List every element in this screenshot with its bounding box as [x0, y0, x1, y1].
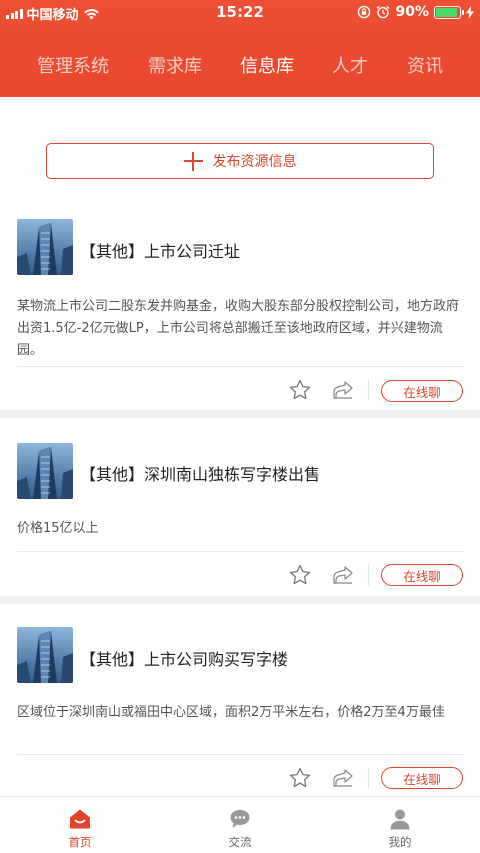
share-icon[interactable]	[332, 767, 354, 789]
favorite-star-icon[interactable]	[288, 766, 312, 790]
nav-mine[interactable]: 我的	[360, 797, 440, 853]
favorite-star-icon[interactable]	[288, 563, 312, 587]
bottom-nav: 首页 交流 我的	[0, 796, 480, 853]
share-icon[interactable]	[332, 564, 354, 586]
tab-demand-library[interactable]: 需求库	[148, 52, 202, 78]
nav-mine-label: 我的	[388, 835, 412, 849]
tab-talent[interactable]: 人才	[332, 52, 368, 78]
building-thumbnail	[17, 627, 73, 683]
publish-resource-button[interactable]: 发布资源信息	[46, 143, 434, 179]
card-description: 区域位于深圳南山或福田中心区域，面积2万平米左右，价格2万至4万最佳	[17, 705, 445, 720]
nav-home[interactable]: 首页	[40, 797, 120, 853]
nav-exchange-label: 交流	[228, 835, 252, 849]
user-icon	[390, 809, 410, 830]
action-separator	[368, 564, 369, 586]
action-separator	[368, 379, 369, 401]
battery-percent: 90%	[395, 4, 429, 20]
card-divider	[17, 754, 465, 755]
info-card[interactable]: 【其他】深圳南山独栋写字楼出售 价格15亿以上 在线聊	[0, 418, 480, 596]
chat-bubble-icon	[230, 810, 250, 828]
plus-icon	[183, 151, 203, 171]
card-gap	[0, 596, 480, 604]
card-gap	[0, 410, 480, 418]
share-icon[interactable]	[332, 379, 354, 401]
tab-info-library[interactable]: 信息库	[240, 52, 294, 78]
online-chat-button[interactable]: 在线聊	[381, 767, 463, 789]
tab-news[interactable]: 资讯	[407, 52, 443, 78]
tab-management-system[interactable]: 管理系统	[37, 52, 109, 78]
home-icon	[70, 809, 90, 829]
rotation-lock-icon	[358, 5, 371, 19]
info-card[interactable]: 【其他】上市公司迁址 某物流上市公司二股东发并购基金，收购大股东部分股权控制公司…	[0, 205, 480, 410]
battery-icon	[434, 5, 464, 19]
publish-resource-label: 发布资源信息	[212, 154, 297, 170]
action-separator	[368, 767, 369, 789]
top-tabs: 管理系统 需求库 信息库 人才 资讯	[0, 52, 480, 88]
favorite-star-icon[interactable]	[288, 378, 312, 402]
card-description: 某物流上市公司二股东发并购基金，收购大股东部分股权控制公司，地方政府出资1.5亿…	[17, 299, 460, 358]
app-header: 中国移动 15:22 90% 管理系统 需求库 信息库 人才 资讯	[0, 0, 480, 97]
nav-exchange[interactable]: 交流	[200, 797, 280, 853]
card-title: 【其他】上市公司购买写字楼	[80, 650, 289, 669]
status-bar: 中国移动 15:22 90%	[0, 0, 480, 26]
building-thumbnail	[17, 443, 73, 499]
nav-home-label: 首页	[68, 835, 92, 849]
building-thumbnail	[17, 219, 73, 275]
alarm-icon	[377, 5, 390, 19]
card-divider	[17, 366, 465, 367]
online-chat-button[interactable]: 在线聊	[381, 564, 463, 586]
card-title: 【其他】上市公司迁址	[80, 242, 241, 261]
online-chat-button[interactable]: 在线聊	[381, 380, 463, 402]
card-divider	[17, 551, 465, 552]
card-description: 价格15亿以上	[17, 521, 99, 536]
card-title: 【其他】深圳南山独栋写字楼出售	[80, 465, 321, 484]
info-card[interactable]: 【其他】上市公司购买写字楼 区域位于深圳南山或福田中心区域，面积2万平米左右，价…	[0, 604, 480, 796]
charging-bolt-icon	[466, 5, 474, 19]
